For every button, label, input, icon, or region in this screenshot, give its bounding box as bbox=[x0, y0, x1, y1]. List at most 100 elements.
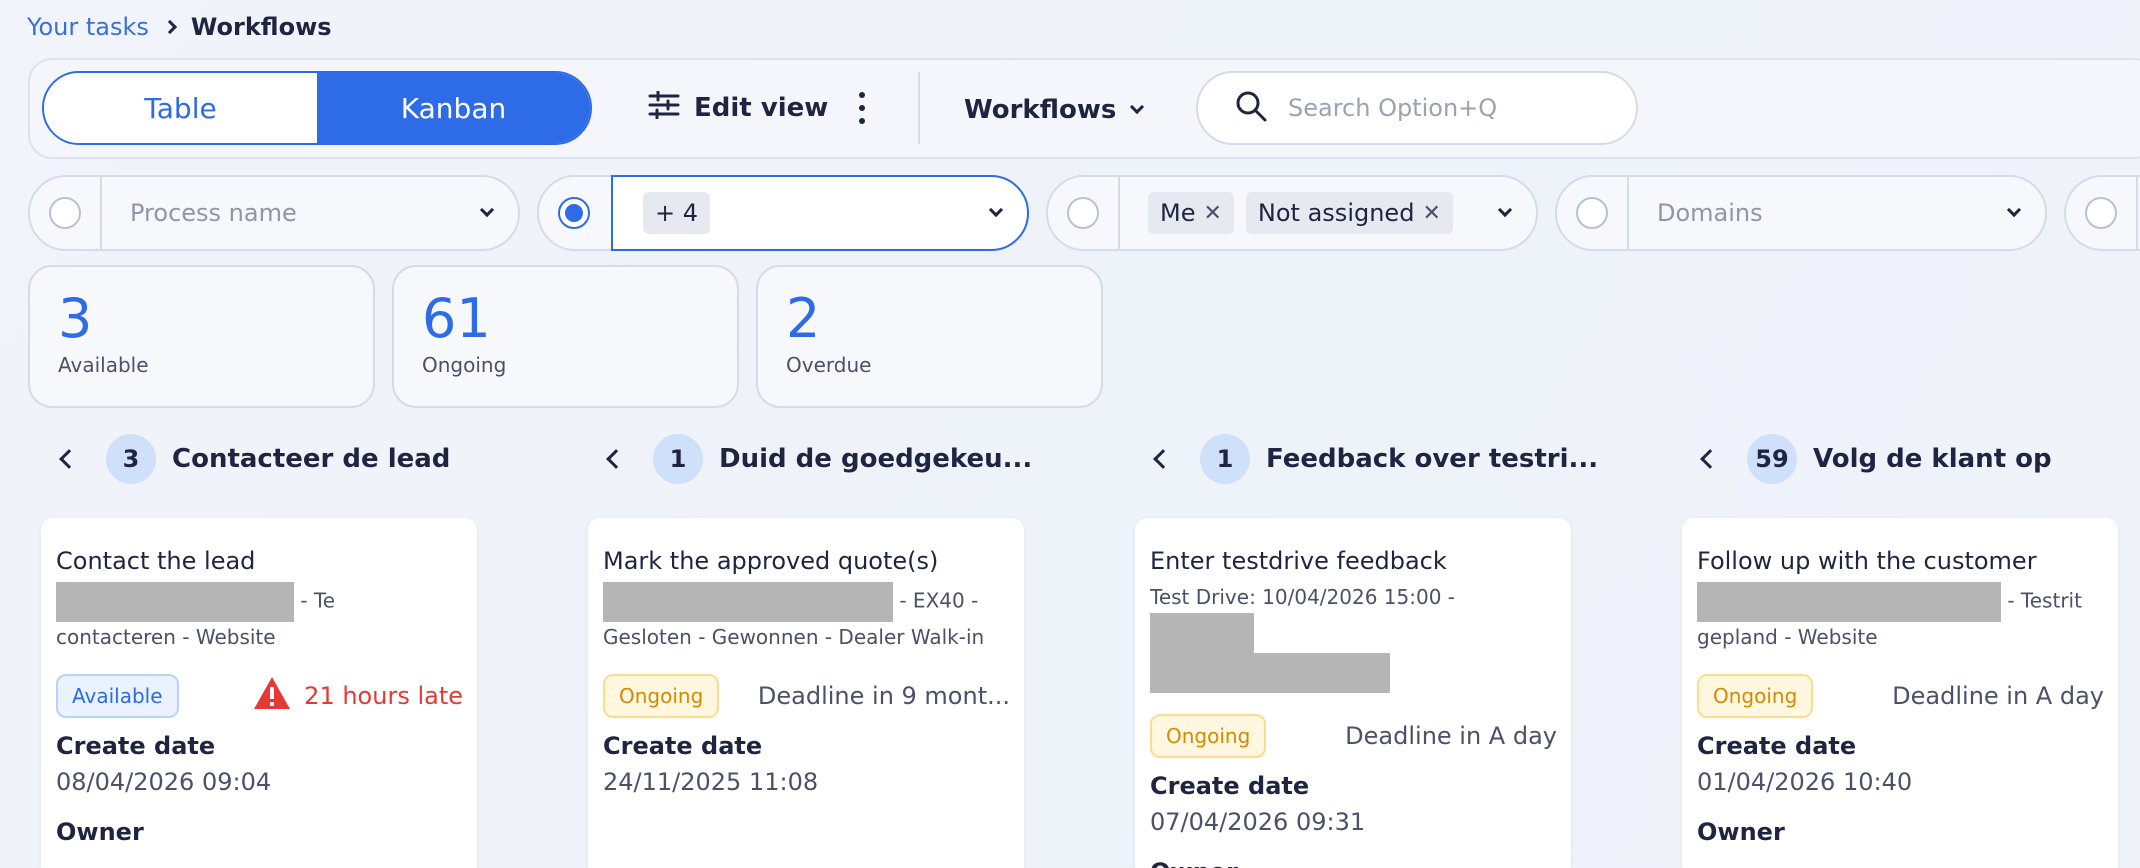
column-title: Contacteer de lead bbox=[172, 444, 451, 474]
tag-label: Me bbox=[1160, 199, 1196, 227]
create-date-value: 24/11/2025 11:08 bbox=[603, 768, 819, 796]
stat-value: 61 bbox=[422, 287, 491, 350]
stat-label: Available bbox=[58, 353, 149, 377]
redacted-block bbox=[1150, 613, 1254, 653]
filter-extra bbox=[2064, 175, 2140, 251]
chevron-down-icon bbox=[1130, 99, 1145, 115]
search-input[interactable] bbox=[1288, 94, 1588, 122]
chevron-down-icon bbox=[2006, 202, 2022, 218]
task-card[interactable]: Mark the approved quote(s) - EX40 - Gesl… bbox=[588, 518, 1024, 868]
assignee-select[interactable]: Me ✕ Not assigned ✕ bbox=[1120, 177, 1536, 249]
late-indicator: 21 hours late bbox=[252, 675, 463, 717]
filter-domains-radio[interactable] bbox=[1576, 197, 1608, 229]
card-subtitle-part: contacteren - Website bbox=[56, 625, 276, 649]
status-badge: Ongoing bbox=[1697, 674, 1814, 718]
owner-label: Owner bbox=[1697, 818, 1785, 846]
create-date-value: 01/04/2026 10:40 bbox=[1697, 768, 1913, 796]
chevron-left-icon[interactable] bbox=[606, 449, 626, 469]
stat-value: 2 bbox=[786, 287, 821, 350]
chevron-down-icon bbox=[1497, 202, 1513, 218]
deadline-text: Deadline in A day bbox=[1892, 682, 2104, 710]
card-title: Follow up with the customer bbox=[1697, 547, 2037, 575]
assignee-tag: Me ✕ bbox=[1148, 192, 1234, 234]
column-header: 59 Volg de klant op bbox=[1697, 430, 2052, 488]
divider bbox=[918, 72, 920, 144]
card-subtitle: - Testrit gepland - Website bbox=[1697, 582, 2104, 653]
stat-overdue[interactable]: 2 Overdue bbox=[756, 265, 1103, 408]
card-subtitle: Test Drive: 10/04/2026 15:00 - bbox=[1150, 582, 1557, 693]
create-date-label: Create date bbox=[1697, 732, 1857, 760]
redacted-block bbox=[1150, 653, 1390, 693]
workflows-dropdown[interactable]: Workflows bbox=[964, 90, 1145, 130]
column-header: 1 Duid de goedgekeu... bbox=[603, 430, 1032, 488]
filter-extra-radio[interactable] bbox=[2085, 197, 2117, 229]
create-date-value: 07/04/2026 09:31 bbox=[1150, 808, 1366, 836]
filter-process-radio[interactable] bbox=[49, 197, 81, 229]
task-card[interactable]: Follow up with the customer - Testrit ge… bbox=[1682, 518, 2118, 868]
deadline-text: Deadline in A day bbox=[1345, 722, 1557, 750]
column-count-badge: 1 bbox=[1200, 434, 1250, 484]
table-view-button[interactable]: Table bbox=[44, 73, 317, 143]
task-card[interactable]: Enter testdrive feedback Test Drive: 10/… bbox=[1135, 518, 1571, 868]
breadcrumb-your-tasks[interactable]: Your tasks bbox=[27, 13, 149, 41]
sliders-icon bbox=[648, 90, 680, 126]
card-subtitle-part: - Testrit bbox=[2001, 588, 2082, 613]
process-name-placeholder: Process name bbox=[130, 199, 297, 227]
edit-view-label: Edit view bbox=[694, 93, 829, 123]
chevron-left-icon[interactable] bbox=[59, 449, 79, 469]
stat-label: Ongoing bbox=[422, 353, 507, 377]
chevron-down-icon bbox=[988, 202, 1004, 218]
create-date-label: Create date bbox=[56, 732, 216, 760]
column-count-badge: 3 bbox=[106, 434, 156, 484]
task-card[interactable]: Contact the lead - Te contacteren - Webs… bbox=[41, 518, 477, 868]
kanban-view-button[interactable]: Kanban bbox=[317, 73, 590, 143]
workflows-dropdown-label: Workflows bbox=[964, 95, 1117, 125]
column-header: 1 Feedback over testri... bbox=[1150, 430, 1598, 488]
status-badge: Ongoing bbox=[1150, 714, 1267, 758]
tag-label: Not assigned bbox=[1257, 199, 1415, 227]
more-tag: + 4 bbox=[643, 192, 711, 234]
filter-process-name: Process name bbox=[28, 175, 520, 251]
card-title: Mark the approved quote(s) bbox=[603, 547, 939, 575]
kebab-icon[interactable] bbox=[854, 92, 870, 124]
filter-assignee-radio[interactable] bbox=[1067, 197, 1099, 229]
breadcrumb: Your tasks Workflows bbox=[27, 12, 332, 42]
owner-label: Owner bbox=[1150, 857, 1557, 868]
status-row: Ongoing Deadline in A day bbox=[1697, 673, 2104, 719]
stat-ongoing[interactable]: 61 Ongoing bbox=[392, 265, 739, 408]
column-header: 3 Contacteer de lead bbox=[56, 430, 450, 488]
create-date-label: Create date bbox=[1150, 772, 1310, 800]
warning-triangle-icon bbox=[252, 675, 292, 717]
create-date-label: Create date bbox=[603, 732, 763, 760]
search-icon bbox=[1234, 89, 1268, 127]
card-subtitle: - EX40 - Gesloten - Gewonnen - Dealer Wa… bbox=[603, 582, 1010, 653]
edit-view-button[interactable]: Edit view bbox=[648, 88, 828, 128]
card-subtitle: - Te contacteren - Website bbox=[56, 582, 463, 653]
filter-status: + 4 bbox=[537, 175, 1029, 251]
process-name-select[interactable]: Process name bbox=[102, 177, 518, 249]
filter-status-radio[interactable] bbox=[558, 197, 590, 229]
card-subtitle-part: Gesloten - Gewonnen - Dealer Walk-in bbox=[603, 625, 985, 649]
status-row: Available 21 hours late bbox=[56, 673, 463, 719]
chevron-right-icon bbox=[162, 19, 177, 35]
stat-value: 3 bbox=[58, 287, 93, 350]
owner-label: Owner bbox=[56, 818, 144, 846]
create-date-value: 08/04/2026 09:04 bbox=[56, 768, 272, 796]
chevron-left-icon[interactable] bbox=[1700, 449, 1720, 469]
card-subtitle-part: - EX40 - bbox=[893, 588, 979, 613]
column-title: Duid de goedgekeu... bbox=[719, 444, 1033, 474]
redacted-block bbox=[603, 582, 893, 622]
domains-select[interactable]: Domains bbox=[1629, 177, 2045, 249]
stat-available[interactable]: 3 Available bbox=[28, 265, 375, 408]
assignee-tag: Not assigned ✕ bbox=[1245, 192, 1453, 234]
close-icon[interactable]: ✕ bbox=[1422, 201, 1440, 226]
status-row: Ongoing Deadline in A day bbox=[1150, 713, 1557, 759]
filter-domains: Domains bbox=[1555, 175, 2047, 251]
column-title: Feedback over testri... bbox=[1266, 444, 1599, 474]
column-count-badge: 1 bbox=[653, 434, 703, 484]
status-select[interactable]: + 4 bbox=[611, 175, 1029, 251]
close-icon[interactable]: ✕ bbox=[1203, 201, 1221, 226]
chevron-left-icon[interactable] bbox=[1153, 449, 1173, 469]
late-text: 21 hours late bbox=[304, 682, 463, 710]
card-subtitle-part: - Te bbox=[294, 588, 336, 613]
